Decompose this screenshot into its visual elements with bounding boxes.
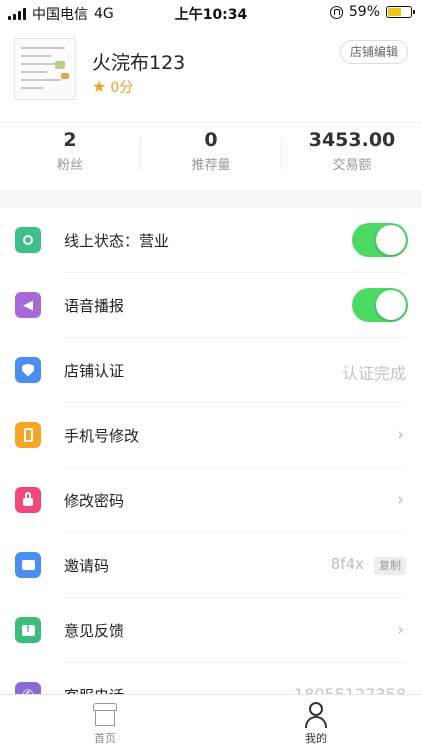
speaker-icon: ◀	[15, 292, 41, 318]
menu-label: 语音播报	[64, 297, 125, 315]
menu-feedback[interactable]: ! 意见反馈 ›	[0, 598, 422, 663]
store-icon	[92, 701, 118, 727]
stat-recommend[interactable]: 0 推荐量	[141, 129, 281, 173]
shop-name: 火浣布123	[92, 52, 186, 74]
service-phone-number: 18055127358	[294, 685, 406, 694]
user-icon	[303, 701, 329, 728]
menu-label: 店铺认证	[64, 362, 125, 380]
tab-bar: 首页 我的	[0, 694, 422, 751]
tab-home[interactable]: 首页	[65, 701, 145, 746]
shop-rating: ★ 0分	[92, 77, 133, 97]
stat-value: 0	[204, 129, 218, 151]
status-bar: 中国电信 4G 上午10:34 59%	[0, 0, 422, 24]
shield-icon	[15, 357, 41, 383]
tab-label: 我的	[305, 732, 327, 745]
online-status-toggle[interactable]	[352, 223, 408, 257]
menu-invite-code: 邀请码 8f4x 复制	[0, 533, 422, 598]
menu-voice-broadcast: ◀ 语音播报	[0, 273, 422, 338]
shop-avatar[interactable]	[14, 38, 76, 100]
edit-shop-button[interactable]: 店铺编辑	[339, 40, 408, 64]
stat-volume[interactable]: 3453.00 交易额	[282, 129, 422, 173]
copy-button[interactable]: 复制	[374, 557, 406, 575]
menu-change-password[interactable]: 修改密码 ›	[0, 468, 422, 533]
phone-icon	[15, 422, 41, 448]
menu-label: 客服电话	[64, 685, 124, 694]
phone-call-icon: ✆	[15, 682, 41, 694]
rating-value: 0分	[110, 80, 134, 96]
stat-value: 3453.00	[308, 129, 396, 151]
stat-label: 交易额	[332, 158, 372, 173]
lock-icon	[15, 487, 41, 513]
battery-fill	[388, 8, 401, 16]
stat-value: 2	[63, 129, 77, 151]
battery-percent: 59%	[348, 4, 380, 20]
voice-broadcast-toggle[interactable]	[352, 288, 408, 322]
tab-mine[interactable]: 我的	[276, 701, 356, 746]
stat-label: 粉丝	[56, 158, 83, 173]
tab-label: 首页	[94, 732, 116, 745]
feedback-icon: !	[15, 617, 41, 643]
chevron-right-icon: ›	[397, 425, 404, 445]
stats-bar: 2 粉丝 0 推荐量 3453.00 交易额	[0, 122, 422, 179]
box-icon	[15, 552, 41, 578]
settings-menu: 线上状态：营业 ◀ 语音播报 店铺认证 认证完成 手机号修改 › 修改密码 › …	[0, 208, 422, 694]
menu-label: 邀请码	[64, 557, 110, 575]
stat-fans[interactable]: 2 粉丝	[0, 129, 140, 173]
menu-shop-certification[interactable]: 店铺认证 认证完成	[0, 338, 422, 403]
toggle-knob	[376, 290, 406, 320]
orientation-lock-icon	[329, 5, 343, 19]
invite-code-value: 8f4x	[330, 555, 364, 573]
certification-status: 认证完成	[341, 364, 406, 383]
menu-customer-service[interactable]: ✆ 客服电话 18055127358	[0, 663, 422, 694]
menu-label: 修改密码	[64, 492, 125, 510]
battery-icon	[386, 6, 415, 18]
chevron-right-icon: ›	[397, 620, 404, 640]
radio-icon	[15, 227, 41, 253]
status-right: 59%	[329, 4, 415, 20]
menu-change-phone[interactable]: 手机号修改 ›	[0, 403, 422, 468]
chevron-right-icon: ›	[397, 490, 404, 510]
menu-label: 手机号修改	[64, 427, 140, 445]
toggle-knob	[376, 225, 406, 255]
menu-online-status: 线上状态：营业	[0, 208, 422, 273]
star-icon: ★	[92, 77, 107, 96]
stat-label: 推荐量	[191, 158, 231, 173]
profile-card: 火浣布123 ★ 0分 店铺编辑 2 粉丝 0 推荐量 3453.00 交易额	[0, 24, 422, 190]
menu-label: 线上状态：营业	[64, 232, 170, 250]
menu-label: 意见反馈	[64, 622, 125, 640]
